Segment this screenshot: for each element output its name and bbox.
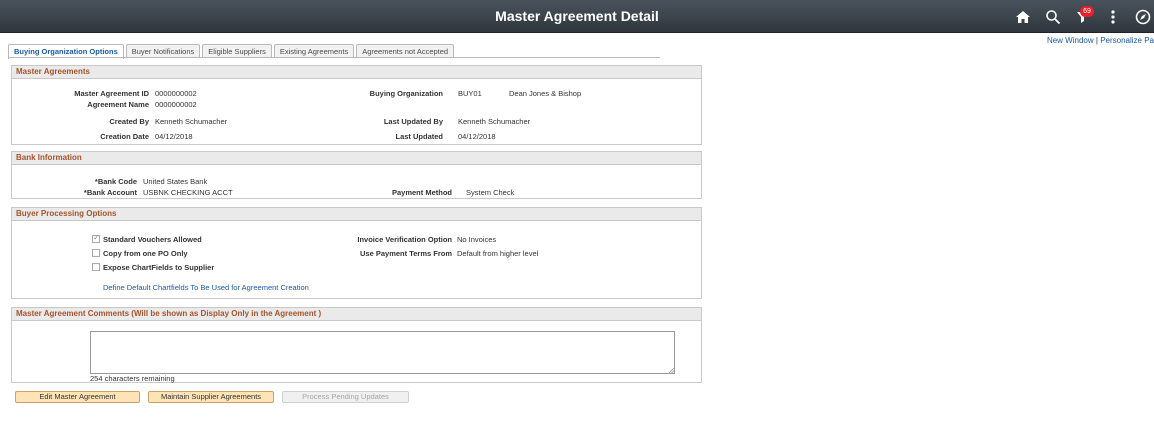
agreement-name-label: Agreement Name — [87, 100, 149, 109]
characters-remaining: 254 characters remaining — [90, 374, 175, 383]
bank-code-label: *Bank Code — [94, 177, 137, 186]
top-banner: Master Agreement Detail 69 — [0, 0, 1154, 33]
home-icon[interactable] — [1012, 6, 1034, 28]
define-default-chartfields-link[interactable]: Define Default Chartfields To Be Used fo… — [103, 283, 309, 292]
link-separator: | — [1095, 36, 1098, 45]
page-links: New Window | Personalize Pa — [1047, 36, 1154, 45]
payment-method-value: System Check — [466, 188, 515, 197]
master-agreement-comments-section: Master Agreement Comments (Will be shown… — [11, 307, 702, 383]
page-title: Master Agreement Detail — [495, 8, 659, 24]
payment-terms-value: Default from higher level — [457, 249, 539, 258]
master-agreement-id-label: Master Agreement ID — [74, 89, 149, 98]
new-window-link[interactable]: New Window — [1047, 36, 1094, 45]
bank-account-value: USBNK CHECKING ACCT — [143, 188, 233, 197]
copy-from-one-po-checkbox[interactable] — [92, 249, 100, 257]
bank-code-value: United States Bank — [143, 177, 208, 186]
buyer-processing-options-section: Buyer Processing Options Standard Vouche… — [11, 207, 702, 299]
header-actions: 69 — [1004, 4, 1154, 30]
master-agreements-title: Master Agreements — [12, 66, 701, 79]
master-agreements-section: Master Agreements Master Agreement ID 00… — [11, 65, 702, 145]
buying-organization-name: Dean Jones & Bishop — [509, 89, 582, 98]
buyer-processing-options-title: Buyer Processing Options — [12, 208, 701, 221]
bank-information-section: Bank Information *Bank Code United State… — [11, 151, 702, 199]
invoice-verification-value: No Invoices — [457, 235, 497, 244]
last-updated-by-value: Kenneth Schumacher — [458, 117, 531, 126]
notifications-icon[interactable]: 69 — [1072, 6, 1094, 28]
master-agreement-id-value: 0000000002 — [155, 89, 197, 98]
actions-menu-icon[interactable] — [1102, 6, 1124, 28]
tab-eligible-suppliers[interactable]: Eligible Suppliers — [202, 44, 272, 58]
tab-divider — [8, 57, 660, 58]
agreement-name-value: 0000000002 — [155, 100, 197, 109]
invoice-verification-label: Invoice Verification Option — [357, 235, 452, 244]
expose-chartfields-label: Expose ChartFields to Supplier — [103, 263, 215, 272]
creation-date-value: 04/12/2018 — [155, 132, 193, 141]
comments-title: Master Agreement Comments (Will be shown… — [12, 308, 701, 321]
tab-existing-agreements[interactable]: Existing Agreements — [273, 44, 355, 58]
created-by-label: Created By — [109, 117, 149, 126]
tab-buyer-notifications[interactable]: Buyer Notifications — [125, 44, 201, 58]
buying-organization-code: BUY01 — [458, 89, 482, 98]
created-by-value: Kenneth Schumacher — [155, 117, 228, 126]
edit-master-agreement-button[interactable]: Edit Master Agreement — [15, 391, 140, 403]
tab-agreements-not-accepted[interactable]: Agreements not Accepted — [356, 44, 455, 58]
last-updated-by-label: Last Updated By — [383, 117, 443, 126]
comments-textarea[interactable] — [90, 331, 675, 374]
buying-organization-label: Buying Organization — [369, 89, 443, 98]
personalize-page-link[interactable]: Personalize Pa — [1100, 36, 1154, 45]
bank-information-title: Bank Information — [12, 152, 701, 165]
standard-vouchers-checkbox[interactable] — [92, 233, 100, 243]
expose-chartfields-checkbox[interactable] — [92, 263, 100, 271]
bank-account-label: *Bank Account — [83, 188, 137, 197]
payment-terms-label: Use Payment Terms From — [360, 249, 452, 258]
search-icon[interactable] — [1042, 6, 1064, 28]
last-updated-value: 04/12/2018 — [458, 132, 496, 141]
process-pending-updates-button[interactable]: Process Pending Updates — [282, 391, 409, 403]
creation-date-label: Creation Date — [100, 132, 149, 141]
resize-grip-icon[interactable] — [668, 367, 674, 373]
copy-from-one-po-label: Copy from one PO Only — [103, 249, 188, 258]
notification-badge: 69 — [1080, 6, 1094, 17]
navbar-compass-icon[interactable] — [1132, 6, 1154, 28]
payment-method-label: Payment Method — [391, 188, 452, 197]
standard-vouchers-label: Standard Vouchers Allowed — [103, 235, 202, 244]
last-updated-label: Last Updated — [395, 132, 443, 141]
maintain-supplier-agreements-button[interactable]: Maintain Supplier Agreements — [148, 391, 274, 403]
